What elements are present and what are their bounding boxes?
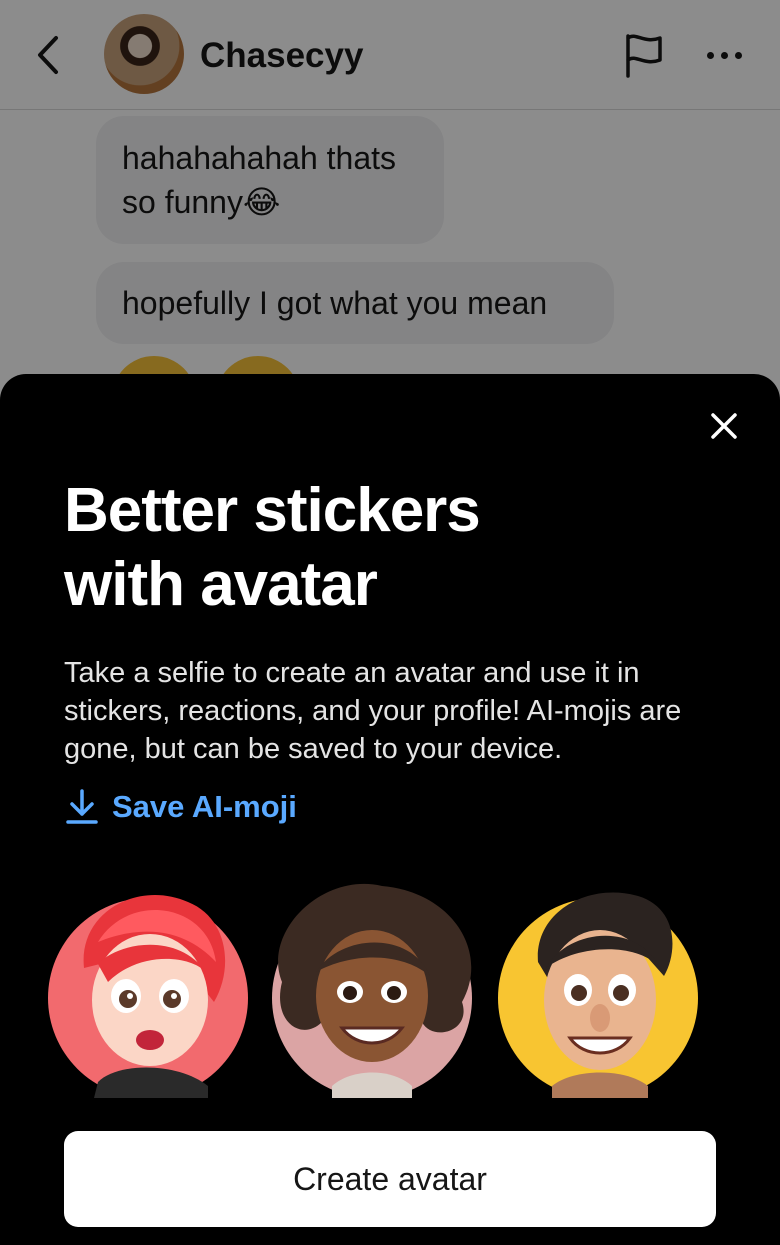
avatar-promo-sheet: Better stickers with avatar Take a selfi… [0, 374, 780, 1245]
avatar-illustration [278, 883, 472, 1098]
save-ai-moji-link[interactable]: Save AI-moji [64, 788, 297, 826]
close-icon [711, 413, 737, 439]
create-avatar-button[interactable]: Create avatar [64, 1131, 716, 1227]
avatar-example-short-hair [498, 892, 698, 1098]
sheet-title: Better stickers with avatar [64, 474, 704, 622]
avatar-examples [0, 874, 780, 1104]
avatar-illustration [83, 894, 226, 1098]
avatar-example-curly-hair [272, 883, 472, 1098]
close-button[interactable] [700, 402, 748, 450]
title-line: with avatar [64, 550, 378, 619]
avatar-illustration [537, 892, 673, 1098]
sheet-description: Take a selfie to create an avatar and us… [64, 657, 682, 765]
avatar-example-red-hair [48, 894, 248, 1098]
download-icon [66, 789, 98, 824]
title-line: Better stickers [64, 476, 481, 545]
save-ai-moji-label: Save AI-moji [112, 789, 297, 824]
